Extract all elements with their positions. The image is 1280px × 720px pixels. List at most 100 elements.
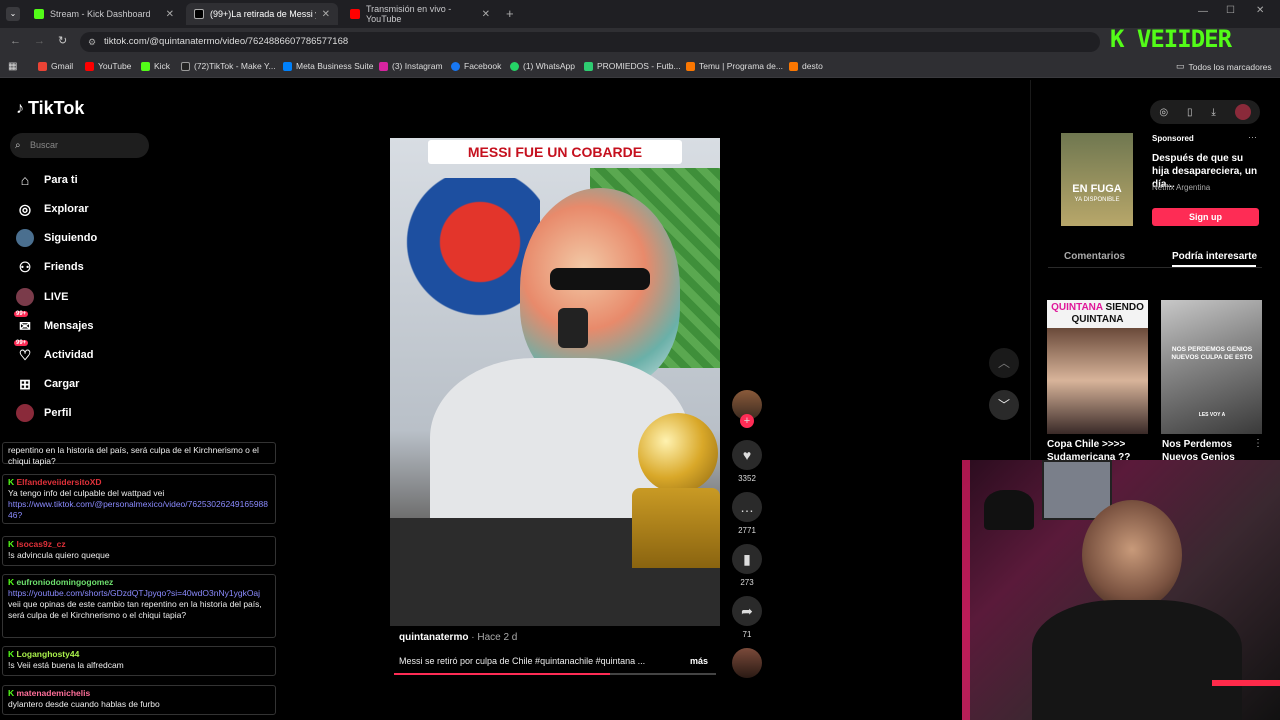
device-icon[interactable]: ▯ — [1187, 107, 1193, 118]
chat-link[interactable]: https://www.tiktok.com/@personalmexico/v… — [8, 499, 268, 520]
bookmark-gmail[interactable]: Gmail — [38, 61, 73, 71]
bookmark-temu[interactable]: Temu | Programa de... — [686, 61, 783, 71]
tab-tiktok-video[interactable]: (99+)La retirada de Messi y su ✕ — [186, 3, 338, 25]
music-disc-button[interactable] — [730, 648, 764, 682]
share-button[interactable]: ➦ 71 — [730, 596, 764, 639]
share-icon: ➦ — [732, 596, 762, 626]
bookmarks-bar: ▦ Gmail YouTube Kick (72)TikTok - Make Y… — [0, 56, 1280, 78]
follow-plus-icon[interactable]: + — [740, 414, 754, 428]
save-count: 273 — [740, 578, 754, 587]
activity-icon: ♡ 99+ — [14, 340, 32, 363]
desto-icon — [789, 61, 798, 71]
more-options-icon[interactable]: ⋮ — [1253, 438, 1263, 449]
progress-bar[interactable] — [394, 673, 716, 675]
streamer-webcam-overlay — [962, 460, 1280, 720]
chat-link[interactable]: https://youtube.com/shorts/GDzdQTJpyqo?s… — [8, 588, 260, 598]
whatsapp-icon — [510, 61, 519, 71]
compass-icon[interactable]: ◎ — [1159, 107, 1168, 118]
search-input[interactable]: ⌕ Buscar — [10, 133, 149, 158]
chat-text: Ya tengo info del culpable del wattpad v… — [8, 488, 165, 498]
bookmark-instagram[interactable]: (3) Instagram — [379, 61, 443, 71]
bookmark-desto[interactable]: desto — [789, 61, 823, 71]
sidebar-item-cargar[interactable]: ⊞ Cargar — [16, 375, 79, 393]
reload-icon[interactable]: ↻ — [58, 34, 67, 47]
tab-comentarios[interactable]: Comentarios — [1064, 251, 1125, 262]
author-avatar-button[interactable]: + — [730, 390, 764, 428]
ad-thumbnail[interactable]: EN FUGA YA DISPONIBLE — [1061, 133, 1133, 226]
tab-youtube[interactable]: Transmisión en vivo - YouTube ✕ — [342, 3, 498, 25]
kick-badge-icon: K — [8, 649, 17, 659]
save-button[interactable]: ▮ 273 — [730, 544, 764, 587]
previous-video-button[interactable]: ︿ — [989, 348, 1019, 378]
kick-badge-icon: K — [8, 477, 17, 487]
maximize-icon[interactable]: ☐ — [1226, 5, 1235, 16]
sidebar-item-actividad[interactable]: ♡ 99+ Actividad — [14, 340, 94, 364]
sidebar-item-label: Actividad — [44, 349, 94, 361]
search-placeholder: Buscar — [30, 140, 59, 150]
folder-icon: ▭ — [1176, 61, 1185, 71]
sidebar-item-label: Perfil — [44, 407, 72, 419]
sidebar-item-mensajes[interactable]: ✉ 99+ Mensajes — [14, 311, 94, 335]
tab-label: (99+)La retirada de Messi y su — [210, 9, 316, 19]
chat-text: repentino en la historia del país, será … — [8, 445, 259, 466]
description-text: Messi se retiró por culpa de Chile #quin… — [399, 656, 646, 666]
overlay-a: QUINTANA — [1051, 302, 1103, 313]
all-bookmarks-folder[interactable]: ▭ Todos los marcadores — [1176, 61, 1272, 72]
next-video-button[interactable]: ﹀ — [989, 390, 1019, 420]
sidebar-item-perfil[interactable]: Perfil — [16, 404, 72, 422]
close-window-icon[interactable]: ✕ — [1256, 5, 1264, 16]
url-field[interactable]: ⚙ tiktok.com/@quintanatermo/video/762488… — [80, 32, 1100, 52]
recommended-video-2[interactable]: NOS PERDEMOS GENIOS NUEVOS CULPA DE ESTO… — [1161, 300, 1262, 434]
gmail-icon — [38, 61, 47, 71]
sidebar-item-label: Friends — [44, 261, 84, 273]
sidebar-item-para-ti[interactable]: ⌂ Para ti — [16, 171, 78, 189]
new-tab-icon[interactable]: + — [506, 6, 514, 21]
comment-button[interactable]: … 2771 — [730, 492, 764, 535]
forward-icon[interactable]: → — [34, 35, 45, 47]
more-link[interactable]: más — [690, 656, 708, 666]
bookmark-whatsapp[interactable]: (1) WhatsApp — [510, 61, 575, 71]
signup-button[interactable]: Sign up — [1152, 208, 1259, 226]
bookmark-promiedos[interactable]: PROMIEDOS - Futb... — [584, 61, 681, 71]
user-avatar[interactable] — [1234, 104, 1251, 120]
video-player[interactable]: MESSI FUE UN COBARDE — [390, 138, 720, 626]
close-tab-icon[interactable]: ✕ — [166, 9, 174, 20]
bookmark-label: Kick — [154, 61, 171, 71]
music-disc-icon — [732, 648, 762, 678]
bookmark-label: Todos los marcadores — [1188, 61, 1272, 72]
minimize-icon[interactable]: — — [1198, 6, 1208, 17]
more-options-icon[interactable]: ··· — [1248, 132, 1257, 142]
sidebar-item-label: Mensajes — [44, 320, 94, 332]
bookmark-kick[interactable]: Kick — [141, 61, 170, 71]
chat-username: matenademichelis — [16, 688, 91, 698]
bookmark-meta[interactable]: Meta Business Suite — [283, 61, 373, 71]
bookmark-label: (72)TikTok - Make Y... — [194, 61, 276, 71]
download-icon[interactable]: ⤓ — [1211, 107, 1215, 118]
tiktok-logo[interactable]: ♪ TikTok — [16, 98, 84, 119]
comment-count: 2771 — [738, 526, 756, 535]
bookmark-label: (1) WhatsApp — [523, 61, 575, 71]
sidebar-item-live[interactable]: LIVE — [16, 288, 68, 306]
bookmark-facebook[interactable]: Facebook — [451, 61, 501, 71]
sidebar-item-explorar[interactable]: ◎ Explorar — [16, 200, 89, 218]
chat-message: K Isocas9z_cz !s advincula quiero queque — [2, 536, 276, 566]
tab-search-icon[interactable]: ⌄ — [6, 7, 20, 21]
close-tab-icon[interactable]: ✕ — [322, 9, 330, 20]
apps-grid-icon[interactable]: ▦ — [8, 61, 17, 72]
tab-kick-dashboard[interactable]: Stream - Kick Dashboard ✕ — [26, 3, 182, 25]
site-info-icon[interactable]: ⚙ — [88, 32, 96, 52]
sidebar-item-friends[interactable]: ⚇ Friends — [16, 258, 84, 276]
back-icon[interactable]: ← — [10, 35, 21, 47]
address-bar-row: ← → ↻ ⚙ tiktok.com/@quintanatermo/video/… — [0, 28, 1280, 56]
tiktok-icon — [181, 61, 190, 71]
sidebar-item-siguiendo[interactable]: Siguiendo — [16, 229, 97, 247]
logo-mural — [390, 178, 540, 338]
close-tab-icon[interactable]: ✕ — [482, 9, 490, 20]
bookmark-tiktok[interactable]: (72)TikTok - Make Y... — [181, 61, 276, 71]
tab-podria-interesarte[interactable]: Podría interesarte — [1172, 251, 1258, 262]
like-button[interactable]: ♥ 3352 — [730, 440, 764, 483]
chat-message: repentino en la historia del país, será … — [2, 442, 276, 466]
bookmark-youtube[interactable]: YouTube — [85, 61, 131, 71]
video-author[interactable]: quintanatermo · Hace 2 d — [399, 632, 517, 643]
recommended-video-1[interactable]: QUINTANA SIENDO QUINTANA — [1047, 300, 1148, 434]
